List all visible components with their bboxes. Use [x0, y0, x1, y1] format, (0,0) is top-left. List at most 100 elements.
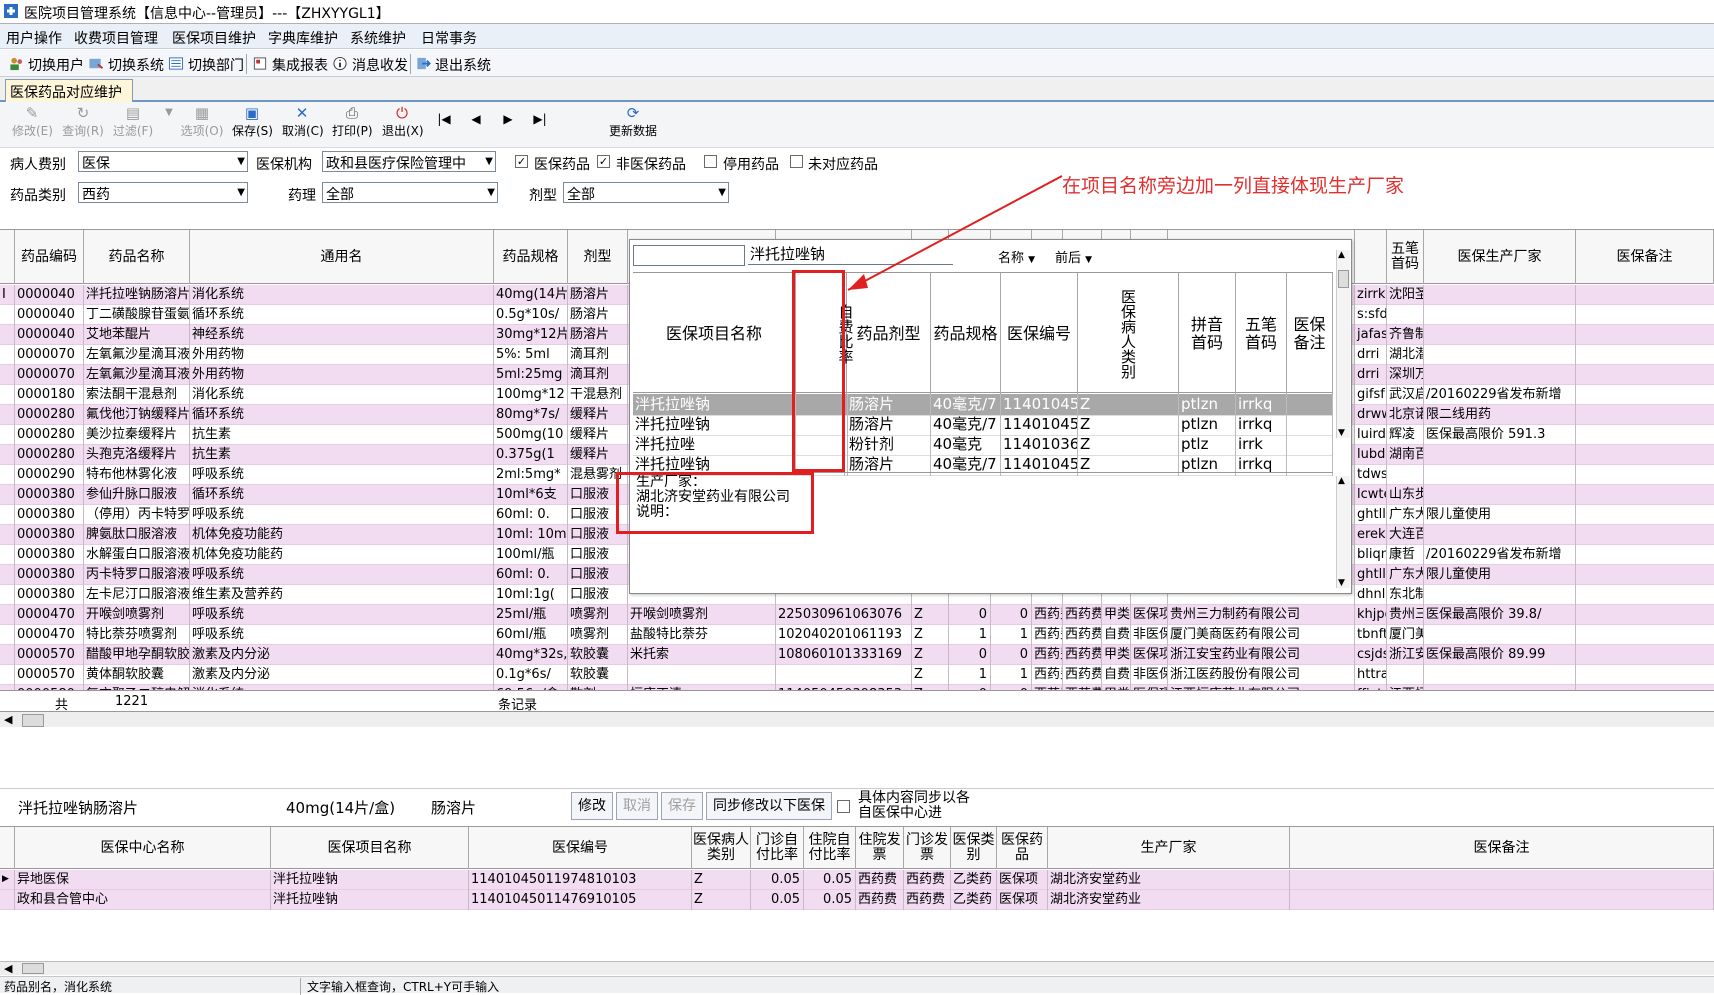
tab-medins-drug-mapping[interactable]: 医保药品对应维护	[5, 79, 133, 102]
row-selector[interactable]	[0, 645, 15, 665]
row-selector[interactable]	[0, 365, 15, 385]
detail-edit-button[interactable]: 修改	[571, 792, 613, 820]
popup-info-scrollbar[interactable]: ▲ ▼	[1336, 476, 1350, 588]
popup-column-header[interactable]: 五笔首码	[1236, 273, 1287, 394]
unmatched-drug-checkbox[interactable]	[790, 155, 803, 168]
sync-content-checkbox[interactable]	[837, 800, 850, 813]
print-button[interactable]: ⎙ 打印(P)	[332, 104, 373, 144]
row-selector[interactable]	[0, 525, 15, 545]
edit-button[interactable]: ✎ 修改(E)	[12, 104, 53, 144]
row-selector[interactable]	[0, 505, 15, 525]
row-selector[interactable]	[0, 890, 15, 910]
chevron-down-icon[interactable]: ▼	[1338, 578, 1345, 588]
scrollbar-thumb[interactable]	[22, 714, 44, 727]
patient-fee-select[interactable]: 医保 ▼	[78, 151, 248, 172]
row-selector[interactable]	[0, 345, 15, 365]
filter-button[interactable]: ▤ 过滤(F)	[112, 104, 154, 144]
column-header[interactable]: 住院发票	[856, 827, 904, 869]
column-header[interactable]: 医保备注	[1290, 827, 1714, 869]
column-header[interactable]: 住院自付比率	[804, 827, 856, 869]
chevron-up-icon[interactable]: ▲	[1338, 250, 1345, 260]
detail-save-button[interactable]: 保存	[661, 792, 703, 820]
dosage-form-select[interactable]: 全部 ▼	[563, 182, 729, 203]
chevron-up-icon[interactable]: ▲	[1338, 476, 1345, 486]
menu-user-ops[interactable]: 用户操作	[6, 28, 62, 48]
popup-row[interactable]: 泮托拉唑钠.05肠溶片40毫克/71140104501197481Zptlzni…	[633, 394, 1333, 416]
row-selector[interactable]	[0, 305, 15, 325]
row-selector[interactable]: I	[0, 285, 15, 305]
query-button[interactable]: ↻ 查询(R)	[62, 104, 104, 144]
column-header[interactable]: 门诊发票	[904, 827, 951, 869]
exit-system-button[interactable]: 退出系统	[415, 55, 491, 74]
switch-system-button[interactable]: 切换系统	[88, 55, 164, 74]
row-selector[interactable]	[0, 385, 15, 405]
row-selector[interactable]	[0, 565, 15, 585]
org-select[interactable]: 政和县医疗保险管理中 ▼	[322, 151, 496, 172]
row-selector[interactable]	[0, 625, 15, 645]
next-record-button[interactable]: ▶	[500, 112, 516, 152]
horizontal-scrollbar[interactable]: ◀	[0, 961, 1714, 975]
table-row[interactable]: 0000470 开喉剑喷雾剂 呼吸系统 25ml/瓶 喷雾剂 开喉剑喷雾剂 22503096…	[0, 605, 1714, 625]
integrated-report-button[interactable]: 集成报表	[252, 55, 328, 74]
column-header[interactable]: 通用名	[190, 230, 494, 284]
horizontal-scrollbar[interactable]: ◀	[0, 712, 1714, 727]
exit-button[interactable]: ⏻ 退出(X)	[382, 104, 424, 144]
messages-button[interactable]: 消息收发	[332, 55, 408, 74]
popup-column-header[interactable]: 医保项目名称	[633, 273, 796, 394]
first-record-button[interactable]: |◀	[436, 112, 452, 152]
column-header[interactable]: 药品名称	[84, 230, 190, 284]
popup-row[interactable]: 泮托拉唑钠.05肠溶片40毫克/71140104501121591Zptlzni…	[633, 414, 1333, 436]
cancel-button[interactable]: ✕ 取消(C)	[282, 104, 324, 144]
row-selector[interactable]	[0, 445, 15, 465]
popup-column-header[interactable]: 拼音首码	[1179, 273, 1236, 394]
menu-fee-items[interactable]: 收费项目管理	[74, 28, 158, 48]
sync-edit-button[interactable]: 同步修改以下医保	[706, 792, 832, 820]
row-selector[interactable]	[0, 605, 15, 625]
popup-row[interactable]: 泮托拉唑.05粉针剂40毫克1140103604231351Zptlzirrk	[633, 434, 1333, 456]
table-row[interactable]: ▶ 异地医保 泮托拉唑钠 11401045011974810103 Z 0.05 0.05 西…	[0, 870, 1714, 890]
menu-dictionary[interactable]: 字典库维护	[268, 28, 338, 48]
column-header[interactable]: 医保编号	[469, 827, 692, 869]
table-row[interactable]: 0000570 醋酸甲地孕酮软胶 激素及内分泌 40mg*32s, 软胶囊 米托索 1080…	[0, 645, 1714, 665]
prev-record-button[interactable]: ◀	[468, 112, 484, 152]
column-header[interactable]	[1355, 230, 1387, 284]
detail-cancel-button[interactable]: 取消	[616, 792, 658, 820]
medins-drug-checkbox[interactable]: ✓	[515, 155, 528, 168]
row-selector[interactable]	[0, 425, 15, 445]
popup-column-header[interactable]: 医保备注	[1287, 273, 1333, 394]
column-header[interactable]: 医保药品	[997, 827, 1048, 869]
menu-medins-items[interactable]: 医保项目维护	[172, 28, 256, 48]
row-selector[interactable]	[0, 325, 15, 345]
row-selector[interactable]	[0, 405, 15, 425]
chevron-left-icon[interactable]: ◀	[4, 713, 12, 726]
refresh-data-button[interactable]: ⟳ 更新数据	[606, 104, 660, 144]
column-header[interactable]: 医保项目名称	[271, 827, 469, 869]
column-header[interactable]: 门诊自付比率	[751, 827, 804, 869]
row-selector[interactable]	[0, 585, 15, 605]
popup-column-header[interactable]: 医保病人类别	[1078, 273, 1179, 394]
pharmacology-select[interactable]: 全部 ▼	[322, 182, 498, 203]
column-header[interactable]: 医保类别	[951, 827, 997, 869]
filter-dropdown-arrow[interactable]: ▼	[160, 104, 173, 144]
row-selector[interactable]	[0, 465, 15, 485]
options-button[interactable]: ▦ 选项(O)	[180, 104, 224, 144]
table-row[interactable]: 0000470 特比萘芬喷雾剂 呼吸系统 60ml/瓶 喷雾剂 盐酸特比萘芬 1020402…	[0, 625, 1714, 645]
switch-department-button[interactable]: 切换部门	[168, 55, 244, 74]
table-row[interactable]: 政和县合管中心 泮托拉唑钠 11401045011476910105 Z 0.05 0.0…	[0, 890, 1714, 910]
switch-user-button[interactable]: 切换用户	[8, 55, 84, 74]
scrollbar-thumb[interactable]	[1338, 270, 1349, 288]
disabled-drug-checkbox[interactable]	[704, 155, 717, 168]
column-header[interactable]: 医保病人类别	[692, 827, 751, 869]
menu-system[interactable]: 系统维护	[350, 28, 406, 48]
scrollbar-thumb[interactable]	[22, 963, 44, 974]
last-record-button[interactable]: ▶|	[530, 112, 550, 152]
save-button[interactable]: ▣ 保存(S)	[232, 104, 273, 144]
chevron-left-icon[interactable]: ◀	[4, 962, 12, 975]
drug-category-select[interactable]: 西药 ▼	[78, 182, 248, 203]
table-row[interactable]: 0000570黄体酮软胶囊激素及内分泌0.1g*6s/软胶囊Z11西药费西药费自…	[0, 665, 1714, 685]
column-header[interactable]: 医保备注	[1576, 230, 1714, 284]
popup-vertical-scrollbar[interactable]: ▲ ▼	[1336, 250, 1350, 438]
row-selector[interactable]	[0, 485, 15, 505]
column-header[interactable]: 药品编码	[15, 230, 84, 284]
non-medins-drug-checkbox[interactable]: ✓	[597, 155, 610, 168]
